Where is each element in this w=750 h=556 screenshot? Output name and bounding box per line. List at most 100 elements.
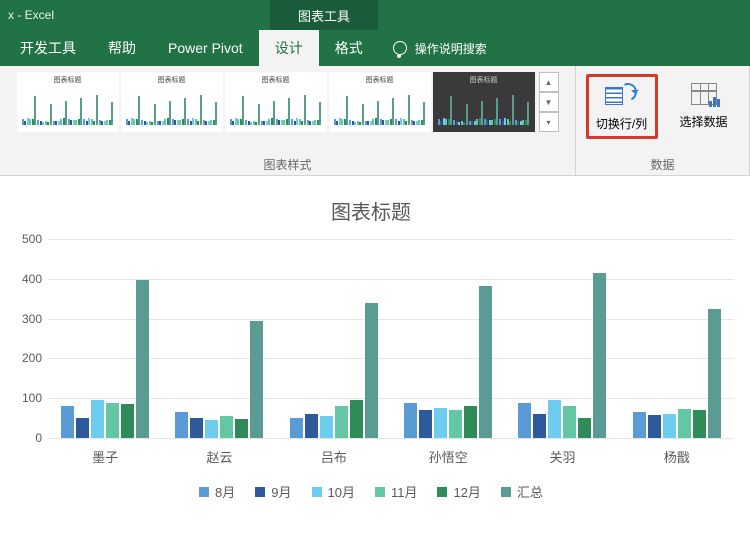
lightbulb-icon [393,41,407,55]
chart-bar[interactable] [175,412,188,438]
x-tick-label: 关羽 [505,439,619,466]
chart-style-thumb[interactable]: 图表标题 [433,72,535,132]
legend-swatch [437,487,447,497]
ribbon: 图表标题图表标题图表标题图表标题图表标题▲▼▾ 图表样式 切换行/列 选择数据 … [0,66,750,176]
tab-developer[interactable]: 开发工具 [4,30,92,66]
chart-category-group[interactable] [391,239,505,438]
legend-label: 9月 [271,482,291,501]
tab-design[interactable]: 设计 [259,30,319,66]
chart-style-gallery: 图表标题图表标题图表标题图表标题图表标题▲▼▾ [17,72,559,132]
chart-bar[interactable] [648,415,661,438]
legend-item[interactable]: 汇总 [501,482,543,501]
chart-bar[interactable] [106,403,119,438]
x-tick-label: 孙悟空 [391,439,505,466]
chart-bar[interactable] [305,414,318,438]
chart-style-thumb[interactable]: 图表标题 [329,72,431,132]
chart-bar[interactable] [563,406,576,438]
tell-me[interactable]: 操作说明搜索 [379,30,501,66]
context-tab-chart-tools: 图表工具 [270,0,378,30]
chart-style-thumb[interactable]: 图表标题 [225,72,327,132]
chart-bar[interactable] [250,321,263,438]
y-tick-label: 300 [10,312,42,326]
legend-item[interactable]: 12月 [437,482,480,501]
chart-legend[interactable]: 8月 9月 10月 11月 12月 汇总 [8,466,734,507]
chart-bar[interactable] [365,303,378,438]
chart-bar[interactable] [578,418,591,438]
y-tick-label: 0 [10,431,42,445]
legend-label: 11月 [391,482,418,501]
title-bar: x - Excel 图表工具 [0,0,750,30]
tab-help[interactable]: 帮助 [92,30,152,66]
x-tick-label: 赵云 [162,439,276,466]
ribbon-tab-strip: 开发工具 帮助 Power Pivot 设计 格式 操作说明搜索 [0,30,750,66]
chart-bar[interactable] [464,406,477,438]
chart-bar[interactable] [121,404,134,438]
chart-title[interactable]: 图表标题 [8,196,734,225]
group-label-styles: 图表样式 [0,156,575,173]
chart-bar[interactable] [479,286,492,438]
legend-swatch [375,487,385,497]
chart-category-group[interactable] [162,239,276,438]
chart-bar[interactable] [190,418,203,438]
gallery-more[interactable]: ▾ [539,112,559,132]
chart-bar[interactable] [533,414,546,438]
legend-label: 汇总 [517,482,543,501]
legend-swatch [255,487,265,497]
tab-format[interactable]: 格式 [319,30,379,66]
chart-bar[interactable] [350,400,363,438]
y-tick-label: 200 [10,351,42,365]
legend-swatch [501,487,511,497]
gallery-scroll-down[interactable]: ▼ [539,92,559,112]
chart-plot[interactable]: 0100200300400500 [48,239,734,439]
group-data: 切换行/列 选择数据 数据 [576,66,750,175]
legend-item[interactable]: 10月 [312,482,355,501]
gallery-scroll-up[interactable]: ▲ [539,72,559,92]
group-label-data: 数据 [576,156,749,173]
chart-bar[interactable] [708,309,721,438]
x-tick-label: 墨子 [48,439,162,466]
chart-bar[interactable] [419,410,432,438]
chart-category-group[interactable] [505,239,619,438]
chart-bar[interactable] [205,420,218,438]
window-title: x - Excel [8,8,54,22]
chart-bar[interactable] [136,280,149,438]
tab-power-pivot[interactable]: Power Pivot [152,30,259,66]
chart-x-axis: 墨子赵云吕布孙悟空关羽杨戬 [48,439,734,466]
chart-bar[interactable] [449,410,462,438]
select-data-button[interactable]: 选择数据 [668,74,740,139]
y-tick-label: 100 [10,391,42,405]
chart-bar[interactable] [518,403,531,438]
legend-item[interactable]: 11月 [375,482,418,501]
chart-bar[interactable] [548,400,561,438]
legend-item[interactable]: 9月 [255,482,291,501]
chart-category-group[interactable] [620,239,734,438]
chart-category-group[interactable] [277,239,391,438]
legend-label: 12月 [453,482,480,501]
chart-bar[interactable] [235,419,248,438]
legend-item[interactable]: 8月 [199,482,235,501]
chart-bar[interactable] [290,418,303,438]
chart-bar[interactable] [220,416,233,438]
chart-bar[interactable] [61,406,74,438]
chart-style-thumb[interactable]: 图表标题 [121,72,223,132]
chart-bar[interactable] [404,403,417,438]
chart-area[interactable]: 图表标题 0100200300400500 墨子赵云吕布孙悟空关羽杨戬 8月 9月… [0,176,750,517]
chart-bar[interactable] [434,408,447,438]
switch-row-column-icon [605,81,639,111]
chart-bar[interactable] [593,273,606,438]
chart-bar[interactable] [335,406,348,438]
chart-bar[interactable] [76,418,89,438]
chart-bar[interactable] [678,409,691,438]
chart-bar[interactable] [320,416,333,438]
legend-swatch [199,487,209,497]
chart-bar[interactable] [693,410,706,438]
chart-bar[interactable] [633,412,646,438]
switch-row-column-button[interactable]: 切换行/列 [586,74,658,139]
chart-style-thumb[interactable]: 图表标题 [17,72,119,132]
x-tick-label: 杨戬 [620,439,734,466]
x-tick-label: 吕布 [277,439,391,466]
chart-category-group[interactable] [48,239,162,438]
chart-bar[interactable] [91,400,104,438]
chart-bar[interactable] [663,414,676,438]
y-tick-label: 500 [10,232,42,246]
